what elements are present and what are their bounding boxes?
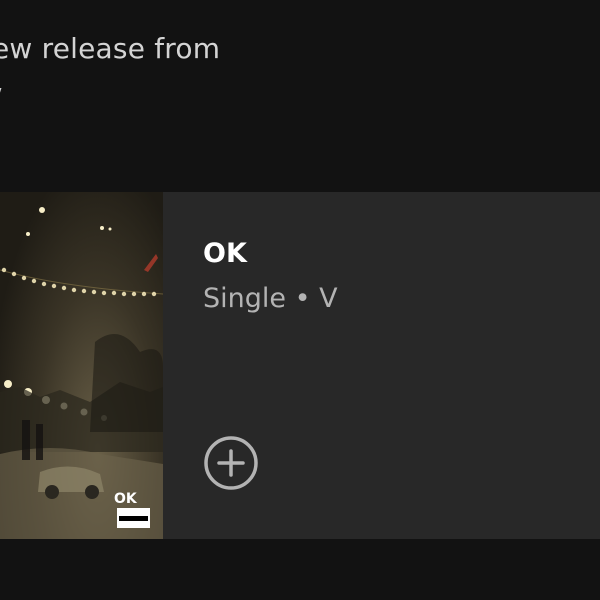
artist-name-text: / bbox=[0, 82, 1, 115]
add-to-library-button[interactable] bbox=[203, 435, 259, 491]
cover-logo-text: OK bbox=[114, 491, 138, 507]
release-title[interactable]: OK bbox=[203, 238, 247, 269]
album-cover-art: OK bbox=[0, 207, 163, 539]
release-notice-text: ew release from bbox=[0, 32, 221, 65]
plus-circle-icon bbox=[204, 436, 258, 490]
album-cover[interactable]: OK bbox=[0, 192, 163, 539]
release-card[interactable]: OK OK Single • V bbox=[0, 192, 600, 539]
screen: ew release from / bbox=[0, 0, 600, 600]
release-subtitle: Single • V bbox=[203, 283, 338, 314]
